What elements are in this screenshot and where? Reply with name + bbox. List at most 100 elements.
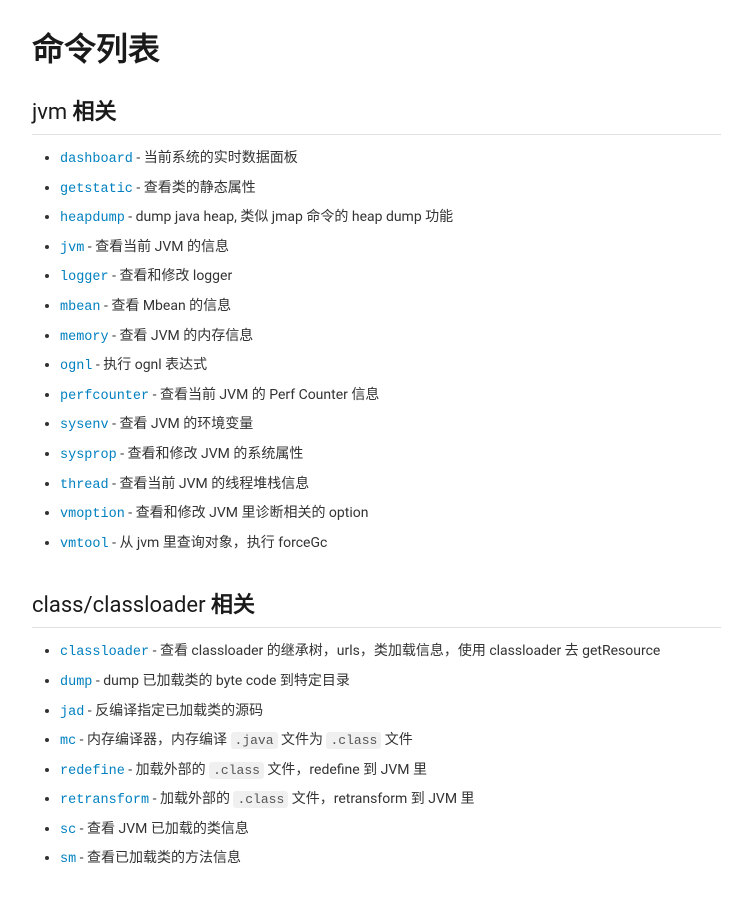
list-item: sc - 查看 JVM 已加载的类信息 bbox=[60, 818, 721, 842]
command-desc: 当前系统的实时数据面板 bbox=[144, 150, 298, 166]
inline-code: .class bbox=[233, 791, 288, 808]
command-link-sc[interactable]: sc bbox=[60, 823, 76, 838]
command-desc: 查看和修改 JVM 里诊断相关的 option bbox=[136, 505, 369, 521]
command-link-logger[interactable]: logger bbox=[60, 270, 109, 285]
command-separator: - bbox=[76, 821, 87, 837]
list-item: perfcounter - 查看当前 JVM 的 Perf Counter 信息 bbox=[60, 384, 721, 408]
command-desc: 查看 JVM 的内存信息 bbox=[119, 328, 253, 344]
command-link-getstatic[interactable]: getstatic bbox=[60, 182, 133, 197]
command-desc: 查看当前 JVM 的线程堆栈信息 bbox=[119, 476, 309, 492]
section-heading-class-classloader: class/classloader 相关 bbox=[32, 587, 721, 628]
list-item: vmtool - 从 jvm 里查询对象，执行 forceGc bbox=[60, 532, 721, 556]
command-list-jvm: dashboard - 当前系统的实时数据面板 getstatic - 查看类的静… bbox=[32, 147, 721, 555]
command-link-vmtool[interactable]: vmtool bbox=[60, 537, 109, 552]
command-link-redefine[interactable]: redefine bbox=[60, 764, 125, 779]
command-desc: 查看已加载类的方法信息 bbox=[87, 850, 241, 866]
command-separator: - bbox=[149, 387, 160, 403]
command-link-heapdump[interactable]: heapdump bbox=[60, 211, 125, 226]
list-item: sysenv - 查看 JVM 的环境变量 bbox=[60, 413, 721, 437]
command-separator: - bbox=[117, 446, 128, 462]
command-link-mc[interactable]: mc bbox=[60, 734, 76, 749]
command-link-vmoption[interactable]: vmoption bbox=[60, 507, 125, 522]
section-label: 相关 bbox=[211, 593, 255, 618]
command-desc: 查看 Mbean 的信息 bbox=[111, 298, 231, 314]
command-desc: 反编译指定已加载类的源码 bbox=[95, 703, 263, 719]
page-title: 命令列表 bbox=[32, 24, 721, 70]
command-separator: - bbox=[92, 357, 103, 373]
list-item: jad - 反编译指定已加载类的源码 bbox=[60, 700, 721, 724]
command-link-sm[interactable]: sm bbox=[60, 852, 76, 867]
command-separator: - bbox=[109, 416, 120, 432]
command-list-class-classloader: classloader - 查看 classloader 的继承树，urls，类… bbox=[32, 640, 721, 871]
command-separator: - bbox=[84, 239, 95, 255]
command-separator: - bbox=[76, 732, 87, 748]
command-desc: 查看当前 JVM 的 Perf Counter 信息 bbox=[160, 387, 379, 403]
list-item: sm - 查看已加载类的方法信息 bbox=[60, 847, 721, 871]
command-separator: - bbox=[125, 505, 136, 521]
command-desc: 查看 JVM 的环境变量 bbox=[119, 416, 253, 432]
list-item: ognl - 执行 ognl 表达式 bbox=[60, 354, 721, 378]
command-link-mbean[interactable]: mbean bbox=[60, 300, 101, 315]
command-separator: - bbox=[76, 850, 87, 866]
command-desc: 查看 JVM 已加载的类信息 bbox=[87, 821, 249, 837]
command-separator: - bbox=[109, 535, 120, 551]
command-separator: - bbox=[133, 180, 144, 196]
command-separator: - bbox=[149, 791, 160, 807]
command-link-jad[interactable]: jad bbox=[60, 705, 84, 720]
command-separator: - bbox=[133, 150, 144, 166]
list-item: redefine - 加载外部的 .class 文件，redefine 到 JV… bbox=[60, 759, 721, 783]
list-item: mc - 内存编译器，内存编译 .java 文件为 .class 文件 bbox=[60, 729, 721, 753]
command-desc: 查看和修改 JVM 的系统属性 bbox=[128, 446, 304, 462]
section-heading-jvm: jvm 相关 bbox=[32, 94, 721, 135]
command-link-retransform[interactable]: retransform bbox=[60, 793, 149, 808]
section-keyword: jvm bbox=[32, 100, 73, 125]
command-link-sysprop[interactable]: sysprop bbox=[60, 448, 117, 463]
list-item: jvm - 查看当前 JVM 的信息 bbox=[60, 236, 721, 260]
inline-code: .class bbox=[326, 732, 381, 749]
list-item: memory - 查看 JVM 的内存信息 bbox=[60, 325, 721, 349]
command-separator: - bbox=[84, 703, 95, 719]
command-separator: - bbox=[125, 209, 136, 225]
command-desc: 查看当前 JVM 的信息 bbox=[95, 239, 229, 255]
command-link-perfcounter[interactable]: perfcounter bbox=[60, 389, 149, 404]
list-item: heapdump - dump java heap, 类似 jmap 命令的 h… bbox=[60, 206, 721, 230]
list-item: sysprop - 查看和修改 JVM 的系统属性 bbox=[60, 443, 721, 467]
section-label: 相关 bbox=[73, 100, 117, 125]
command-desc: 查看 classloader 的继承树，urls，类加载信息，使用 classl… bbox=[160, 643, 660, 659]
command-separator: - bbox=[109, 268, 120, 284]
list-item: dashboard - 当前系统的实时数据面板 bbox=[60, 147, 721, 171]
command-separator: - bbox=[149, 643, 160, 659]
command-desc: dump java heap, 类似 jmap 命令的 heap dump 功能 bbox=[136, 209, 454, 225]
command-separator: - bbox=[92, 673, 103, 689]
command-separator: - bbox=[109, 476, 120, 492]
section-class-classloader: class/classloader 相关 classloader - 查看 cla… bbox=[32, 587, 721, 871]
inline-code: .java bbox=[231, 732, 278, 749]
command-desc: 从 jvm 里查询对象，执行 forceGc bbox=[119, 535, 327, 551]
list-item: thread - 查看当前 JVM 的线程堆栈信息 bbox=[60, 473, 721, 497]
command-desc: 执行 ognl 表达式 bbox=[103, 357, 207, 373]
command-separator: - bbox=[125, 762, 136, 778]
command-link-jvm[interactable]: jvm bbox=[60, 241, 84, 256]
list-item: getstatic - 查看类的静态属性 bbox=[60, 177, 721, 201]
command-desc: dump 已加载类的 byte code 到特定目录 bbox=[103, 673, 350, 689]
command-desc: 查看和修改 logger bbox=[119, 268, 232, 284]
command-link-classloader[interactable]: classloader bbox=[60, 645, 149, 660]
list-item: dump - dump 已加载类的 byte code 到特定目录 bbox=[60, 670, 721, 694]
list-item: logger - 查看和修改 logger bbox=[60, 265, 721, 289]
section-jvm: jvm 相关 dashboard - 当前系统的实时数据面板 getstatic -… bbox=[32, 94, 721, 555]
command-separator: - bbox=[101, 298, 112, 314]
command-link-memory[interactable]: memory bbox=[60, 330, 109, 345]
list-item: vmoption - 查看和修改 JVM 里诊断相关的 option bbox=[60, 502, 721, 526]
command-link-dashboard[interactable]: dashboard bbox=[60, 152, 133, 167]
command-link-sysenv[interactable]: sysenv bbox=[60, 418, 109, 433]
list-item: mbean - 查看 Mbean 的信息 bbox=[60, 295, 721, 319]
command-desc: 查看类的静态属性 bbox=[144, 180, 256, 196]
command-link-thread[interactable]: thread bbox=[60, 478, 109, 493]
command-separator: - bbox=[109, 328, 120, 344]
list-item: classloader - 查看 classloader 的继承树，urls，类… bbox=[60, 640, 721, 664]
command-link-ognl[interactable]: ognl bbox=[60, 359, 92, 374]
inline-code: .class bbox=[209, 762, 264, 779]
section-keyword: class/classloader bbox=[32, 593, 211, 618]
command-link-dump[interactable]: dump bbox=[60, 675, 92, 690]
list-item: retransform - 加载外部的 .class 文件，retransfor… bbox=[60, 788, 721, 812]
